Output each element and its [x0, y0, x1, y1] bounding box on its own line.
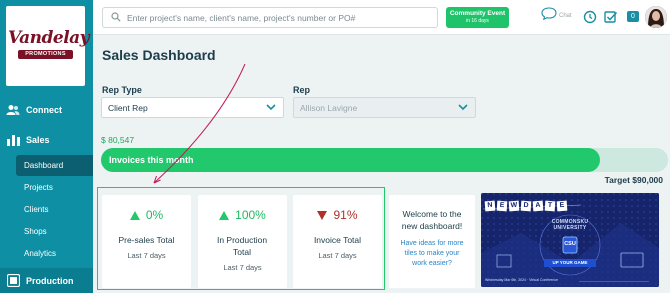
sidebar-item-production[interactable]: Production: [0, 268, 93, 293]
logo-wordmark: Vandelay: [8, 28, 90, 48]
chevron-down-icon: [266, 103, 276, 113]
rep-type-label: Rep Type: [102, 85, 142, 95]
target-amount: Target $90,000: [604, 175, 663, 185]
promo-letter: T: [544, 200, 556, 212]
tile-period: Last 7 days: [223, 263, 262, 272]
promo-shield: CSU: [564, 241, 576, 247]
sidebar-item-sales[interactable]: Sales: [0, 126, 93, 154]
promo-letter: E: [496, 200, 508, 212]
rep-type-value: Client Rep: [108, 102, 148, 113]
rep-select[interactable]: Allison Lavigne: [293, 97, 476, 118]
sidebar: Vandelay PROMOTIONS Connect Sales Dashbo…: [0, 0, 93, 293]
rep-type-select[interactable]: Client Rep: [101, 97, 284, 118]
event-title: Community Event: [449, 10, 506, 17]
promo-letter: A: [532, 200, 544, 212]
promo-letter: E: [556, 200, 568, 212]
tile-metric: 91%: [293, 208, 382, 222]
chat-bubble-icon: [541, 7, 557, 25]
progress-label: Invoices this month: [109, 155, 194, 165]
tile-name: Invoice Total: [313, 235, 362, 245]
tile-value: 0%: [145, 208, 164, 222]
tile-metric: 0%: [102, 208, 191, 222]
page-title: Sales Dashboard: [102, 47, 216, 63]
sidebar-item-label: Connect: [26, 105, 62, 115]
users-icon: [6, 103, 20, 117]
sidebar-subitem-shops[interactable]: Shops: [16, 221, 93, 242]
welcome-tile: Welcome to the new dashboard! Have ideas…: [389, 195, 475, 288]
logo-tagline: PROMOTIONS: [18, 50, 73, 59]
invoices-progress-bar: Invoices this month: [101, 148, 668, 172]
company-logo[interactable]: Vandelay PROMOTIONS: [6, 6, 90, 86]
chat-label: Chat: [559, 13, 572, 19]
feedback-link[interactable]: Have ideas for more tiles to make your w…: [389, 239, 475, 269]
promo-letter: D: [520, 200, 532, 212]
user-avatar[interactable]: [645, 6, 667, 28]
promo-footer: Wednesday Mar 6th, 2024 · Virtual Confer…: [485, 278, 559, 282]
event-countdown: in 16 days: [466, 18, 489, 24]
production-icon: [6, 274, 20, 288]
sidebar-subitem-analytics[interactable]: Analytics: [16, 243, 93, 264]
promo-ribbon: UP YOUR GAME: [544, 259, 596, 267]
notification-badge[interactable]: 0: [627, 11, 639, 22]
up-triangle-icon: [129, 210, 140, 220]
sidebar-item-label: Production: [26, 275, 74, 286]
promo-banner-letters: NEWDATE: [484, 200, 568, 212]
sidebar-subitem-projects[interactable]: Projects: [16, 177, 93, 198]
tile-value: 91%: [333, 208, 358, 222]
rep-value: Allison Lavigne: [300, 102, 358, 113]
rep-label: Rep: [293, 85, 311, 95]
sidebar-subitem-dashboard[interactable]: Dashboard: [16, 155, 93, 176]
down-triangle-icon: [317, 210, 328, 220]
tile-pre-sales[interactable]: 0% Pre-sales Total Last 7 days: [102, 195, 191, 288]
chevron-down-icon: [458, 103, 468, 113]
tile-metric: 100%: [198, 208, 287, 222]
sidebar-item-label: Sales: [26, 135, 50, 145]
search-placeholder: Enter project's name, client's name, pro…: [127, 12, 356, 23]
tile-period: Last 7 days: [318, 251, 357, 260]
clock-icon[interactable]: [583, 10, 597, 24]
checklist-icon[interactable]: [604, 10, 618, 24]
search-icon: [111, 11, 123, 24]
tile-invoice[interactable]: 91% Invoice Total Last 7 days: [293, 195, 382, 288]
bar-chart-icon: [6, 133, 20, 147]
top-bar: Enter project's name, client's name, pro…: [93, 0, 670, 35]
community-event-button[interactable]: Community Event in 16 days: [446, 7, 509, 28]
invoice-amount: $ 80,547: [101, 135, 135, 145]
promo-banner[interactable]: NEWDATE COMMONSKU UNIVERSITY CSU UP YOUR…: [481, 193, 659, 287]
tile-period: Last 7 days: [127, 251, 166, 260]
chat-button[interactable]: Chat: [541, 7, 572, 25]
promo-letter: W: [508, 200, 520, 212]
promo-arc-text: COMMONSKU UNIVERSITY: [551, 219, 589, 231]
search-input[interactable]: Enter project's name, client's name, pro…: [102, 7, 438, 28]
sidebar-subitem-clients[interactable]: Clients: [16, 199, 93, 220]
tile-name: Pre-sales Total: [118, 235, 175, 245]
sidebar-item-connect[interactable]: Connect: [0, 96, 93, 124]
tile-in-production[interactable]: 100% In Production Total Last 7 days: [198, 195, 287, 288]
up-triangle-icon: [219, 210, 230, 220]
tile-value: 100%: [235, 208, 266, 222]
promo-letter: N: [484, 200, 496, 212]
tile-name: In Production Total: [216, 235, 268, 257]
welcome-heading: Welcome to the new dashboard!: [401, 209, 463, 231]
